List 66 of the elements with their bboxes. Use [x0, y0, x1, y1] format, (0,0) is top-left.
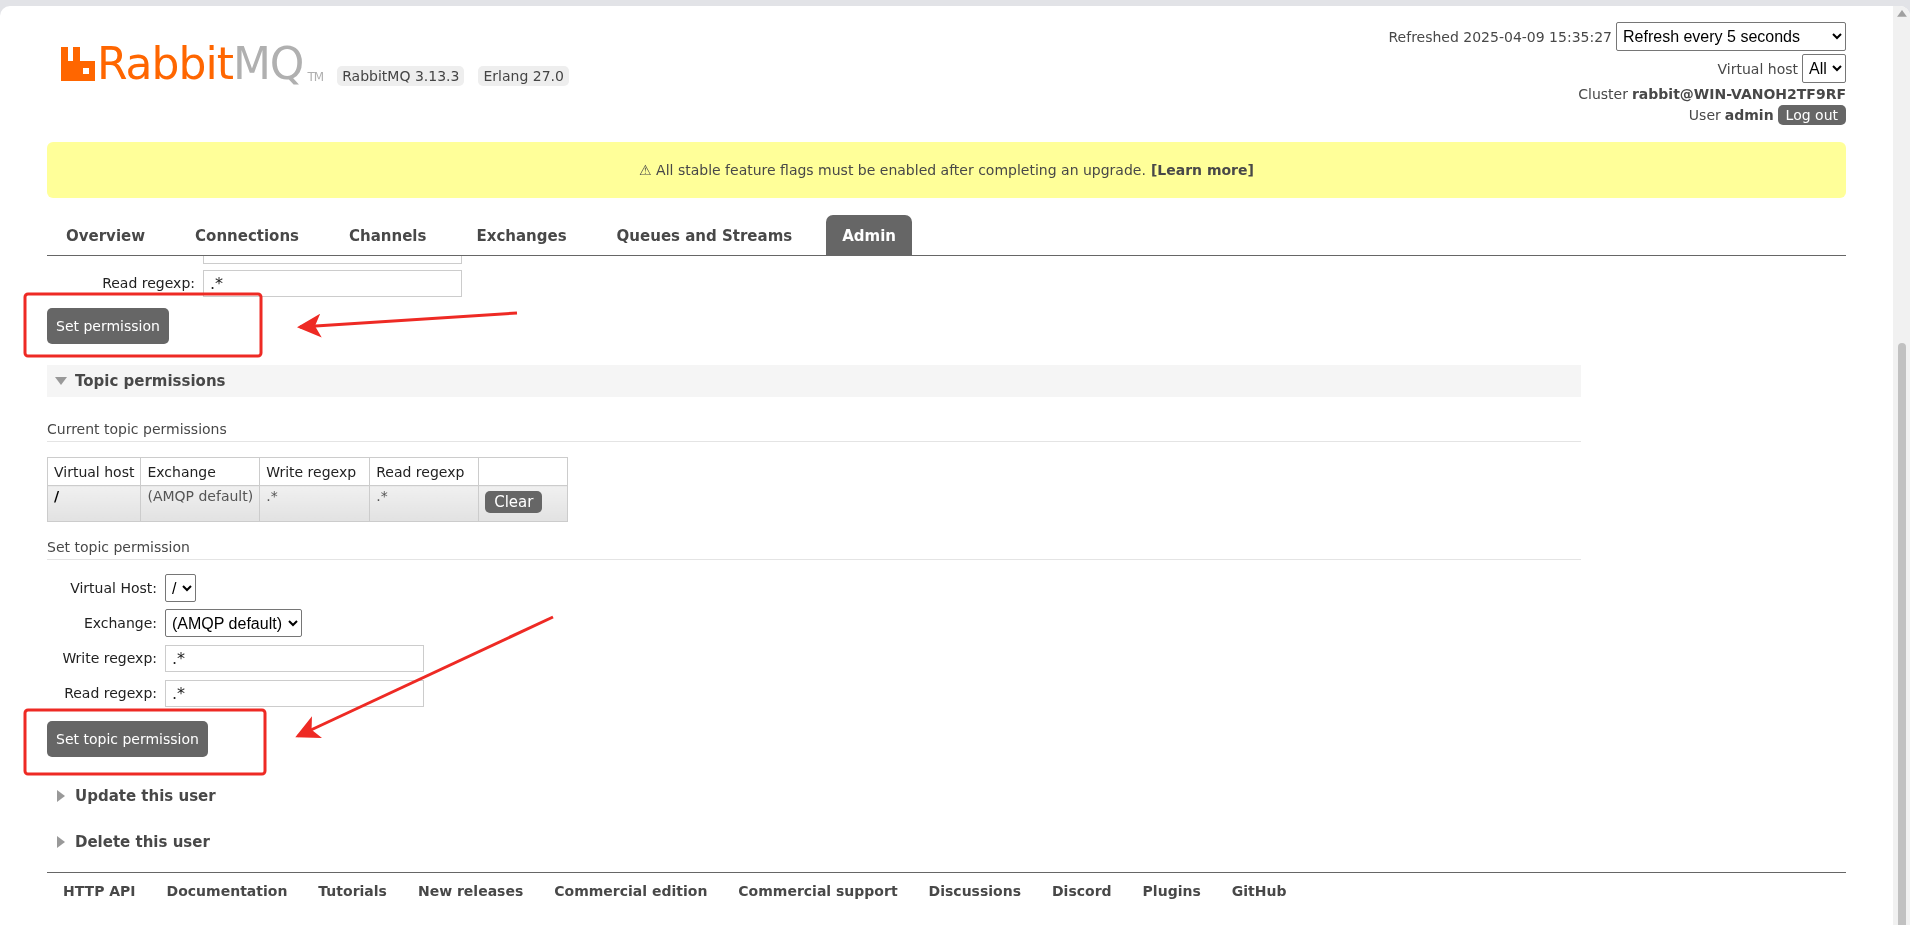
- set-topic-permission-button[interactable]: Set topic permission: [47, 721, 208, 757]
- table-cell: .*: [259, 485, 370, 522]
- input-field[interactable]: [203, 256, 462, 264]
- scroll-up-icon[interactable]: [1896, 10, 1907, 17]
- section-title: Update this user: [75, 787, 216, 805]
- version-badge: RabbitMQ 3.13.3: [337, 66, 465, 86]
- field-label: Virtual Host:: [69, 580, 157, 596]
- column-header: Write regexp: [259, 457, 370, 486]
- nav-tab[interactable]: Admin: [826, 215, 912, 255]
- section-title: Delete this user: [75, 833, 210, 851]
- banner-text: ⚠ All stable feature flags must be enabled after completing an upgrade.: [639, 162, 1146, 178]
- user-name: admin: [1724, 107, 1774, 123]
- table-cell: (AMQP default): [140, 485, 260, 522]
- footer-link[interactable]: Tutorials: [318, 883, 387, 899]
- input-field[interactable]: .*: [203, 269, 462, 297]
- dropdown-select[interactable]: /: [165, 574, 196, 602]
- footer-link[interactable]: New releases: [417, 883, 524, 899]
- nav-tab[interactable]: Channels: [333, 215, 443, 255]
- set-permission-button[interactable]: Set permission: [47, 308, 169, 344]
- field-label: Write regexp:: [61, 650, 157, 666]
- footer-link[interactable]: Discord: [1052, 883, 1112, 899]
- refresh-interval-select[interactable]: Refresh every 5 seconds: [1616, 22, 1846, 51]
- footer-link[interactable]: Plugins: [1142, 883, 1201, 899]
- scrollbar[interactable]: [1893, 6, 1910, 925]
- column-header: Exchange: [140, 457, 260, 486]
- version-badge: Erlang 27.0: [478, 66, 569, 86]
- nav-tab[interactable]: Connections: [179, 215, 316, 255]
- expand-triangle-icon: [55, 836, 67, 848]
- user-label: User: [1688, 107, 1721, 123]
- clear-button[interactable]: Clear: [485, 491, 543, 513]
- footer-link[interactable]: HTTP API: [63, 883, 136, 899]
- refreshed-time: Refreshed 2025-04-09 15:35:27: [1388, 28, 1612, 45]
- logo-mark-icon: [61, 47, 95, 81]
- section-header[interactable]: Topic permissions: [47, 365, 1581, 397]
- section-header[interactable]: Delete this user: [47, 826, 1846, 858]
- expand-triangle-icon: [55, 790, 67, 802]
- learn-more-link[interactable]: [Learn more]: [1150, 162, 1254, 178]
- input-field[interactable]: .*: [165, 644, 424, 672]
- dropdown-select[interactable]: (AMQP default): [165, 609, 302, 637]
- section-header[interactable]: Update this user: [47, 780, 1846, 812]
- section-title: Topic permissions: [75, 372, 226, 390]
- logout-button[interactable]: Log out: [1777, 105, 1846, 125]
- field-label: Read regexp:: [101, 275, 195, 291]
- footer-link[interactable]: Commercial support: [738, 883, 898, 899]
- collapse-triangle-icon: [55, 375, 67, 387]
- field-label: Exchange:: [82, 615, 157, 631]
- table-cell: /: [47, 485, 141, 522]
- table-cell: .*: [369, 485, 479, 522]
- subsection-heading: Current topic permissions: [47, 421, 1581, 442]
- input-field[interactable]: .*: [165, 679, 424, 707]
- column-header: Read regexp: [369, 457, 479, 486]
- nav-tab[interactable]: Exchanges: [460, 215, 583, 255]
- footer-link[interactable]: Discussions: [928, 883, 1021, 899]
- footer-link[interactable]: GitHub: [1231, 883, 1287, 899]
- rabbitmq-logo: RabbitMQ TM: [61, 44, 324, 84]
- field-label: Read regexp:: [63, 685, 157, 701]
- column-header: Virtual host: [47, 457, 141, 486]
- nav-tab[interactable]: Overview: [50, 215, 162, 255]
- cluster-name: rabbit@WIN-VANOH2TF9RF: [1631, 86, 1846, 102]
- footer-link[interactable]: Commercial edition: [554, 883, 708, 899]
- virtual-host-select[interactable]: All: [1802, 54, 1846, 83]
- virtual-host-label: Virtual host: [1717, 60, 1798, 77]
- footer-link[interactable]: Documentation: [166, 883, 288, 899]
- nav-tab[interactable]: Queues and Streams: [600, 215, 809, 255]
- subsection-heading: Set topic permission: [47, 539, 1581, 560]
- cluster-label: Cluster: [1578, 86, 1628, 102]
